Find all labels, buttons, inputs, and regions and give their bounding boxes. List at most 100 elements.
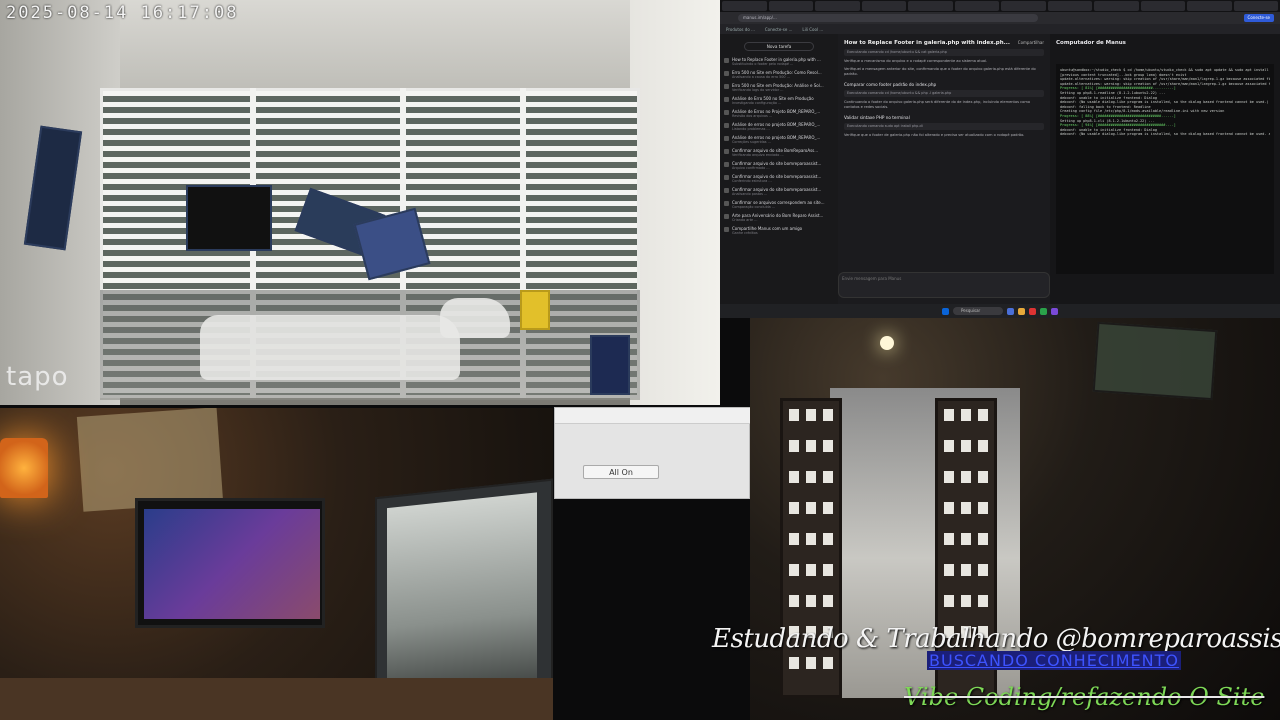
task-list-item[interactable]: Erro 500 no Site em Produção: Como Resol… [724, 70, 834, 79]
task-subtitle: Conferindo estrutura ... [732, 179, 772, 183]
connect-button[interactable]: Conecte-se [1243, 14, 1274, 22]
bookmark-item[interactable]: Lili Cool ... [802, 27, 823, 32]
task-subtitle: Verificando arquivo enviado ... [732, 153, 784, 157]
door-pane [806, 440, 816, 452]
task-list-item[interactable]: Confirmar arquivo do site BomReparoAss..… [724, 148, 834, 157]
door-pane [978, 533, 988, 545]
door-pane [961, 502, 971, 514]
share-button[interactable]: Compartilhar [1018, 40, 1044, 46]
window-titlebar[interactable] [555, 408, 751, 424]
browser-tab[interactable] [815, 1, 860, 11]
app-icon[interactable] [1040, 307, 1047, 315]
all-on-button[interactable]: All On [583, 465, 659, 479]
browser-tab[interactable] [1187, 1, 1232, 11]
task-list-item[interactable]: Análise de Erro 500 no Site em Produção I… [724, 96, 834, 105]
task-text: Análise de Erro 500 no Site em Produção I… [732, 96, 814, 105]
command-chip[interactable]: Executando comando cd /home/ubuntu && ca… [844, 49, 1044, 56]
terminal-line: ubuntu@sandbox:~/studio_check $ cd /home… [1060, 68, 1270, 72]
browser-tab[interactable] [768, 1, 813, 11]
stream-layout: 2025-08-14 16:17:08 tapo manus.im/app/..… [0, 0, 1280, 720]
door-pane [944, 564, 954, 576]
door-pane [789, 471, 799, 483]
task-icon [724, 175, 729, 180]
folder-icon[interactable] [1018, 307, 1025, 315]
task-list-item[interactable]: Arte para Aniversário do Bom Reparo Assi… [724, 213, 834, 222]
browser-tab[interactable] [861, 1, 906, 11]
app-icon[interactable] [1029, 307, 1036, 315]
task-list-item[interactable]: Compartilhe Manus com um amigo Ganhe créd… [724, 226, 834, 235]
browser-tab[interactable] [954, 1, 999, 11]
door-pane [806, 564, 816, 576]
bookmark-item[interactable]: Conecte-se ... [765, 27, 793, 32]
browser-tab[interactable] [908, 1, 953, 11]
start-icon[interactable] [942, 307, 949, 315]
taskbar-search[interactable]: Pesquisar [953, 307, 1003, 315]
task-icon [724, 136, 729, 141]
wall-right [630, 0, 720, 405]
door-pane [978, 409, 988, 421]
hanging-phone-board [590, 335, 630, 395]
door-pane [978, 502, 988, 514]
task-icon [724, 97, 729, 102]
task-text: Confirmar arquivo do site bomreparoassis… [732, 187, 821, 196]
door-pane [961, 409, 971, 421]
control-window: All On [554, 407, 751, 499]
chat-paragraph: Verifique que o footer de galeria.php nã… [844, 133, 1025, 137]
task-list-item[interactable]: Confirmar arquivo do site bomreparoassis… [724, 161, 834, 170]
browser-tab[interactable] [1233, 1, 1278, 11]
task-list-item[interactable]: Análise de erros no projeto BOM_REPARO_.… [724, 122, 834, 131]
door-pane [789, 502, 799, 514]
task-text: Arte para Aniversário do Bom Reparo Assi… [732, 213, 823, 222]
task-list: How to Replace Footer in galeria.php wit… [724, 57, 834, 235]
task-text: Confirmar arquivo do site BomReparoAss..… [732, 148, 818, 157]
app-icon[interactable] [1007, 307, 1014, 315]
desk-webcam-feed [0, 408, 553, 720]
door-pane [823, 409, 833, 421]
command-chip[interactable]: Executando comando cd /home/ubuntu && ph… [844, 90, 1044, 97]
task-subtitle: Correções sugeridas ... [732, 140, 771, 144]
task-subtitle: Listando problemas ... [732, 127, 770, 131]
task-icon [724, 188, 729, 193]
panel-title: Computador de Manus [1056, 40, 1126, 46]
door-pane [978, 595, 988, 607]
door-pane [961, 595, 971, 607]
browser-tab[interactable] [1047, 1, 1092, 11]
ceiling-light [880, 336, 894, 350]
browser-tab-strip[interactable] [720, 0, 1280, 12]
task-icon [724, 84, 729, 89]
browser-tab[interactable] [1001, 1, 1046, 11]
desk-lamp [0, 438, 48, 498]
app-icon[interactable] [1051, 307, 1058, 315]
door-pane [944, 471, 954, 483]
task-icon [724, 227, 729, 232]
chat-paragraph: Verifique o mecanismo do arquivo e o rod… [844, 59, 988, 63]
terminal-output[interactable]: ubuntu@sandbox:~/studio_check $ cd /home… [1056, 64, 1274, 274]
browser-tab[interactable] [722, 1, 767, 11]
task-text: Análise de erros no projeto BOM_REPARO_.… [732, 122, 820, 131]
browser-tab[interactable] [1094, 1, 1139, 11]
task-list-item[interactable]: Confirmar arquivo do site bomreparoassis… [724, 174, 834, 183]
new-task-button[interactable]: Nova tarefa [744, 42, 814, 51]
task-list-item[interactable]: How to Replace Footer in galeria.php wit… [724, 57, 834, 66]
browser-tab[interactable] [1140, 1, 1185, 11]
task-list-item[interactable]: Confirmar se arquivos correspondem ao si… [724, 200, 834, 209]
task-list-item[interactable]: Análise de erros no projeto BOM_REPARO_.… [724, 135, 834, 144]
message-input[interactable]: Envie mensagem para Manus [838, 272, 1050, 298]
door-pane [944, 595, 954, 607]
task-subtitle: Substituindo o footer pelo rodapé ... [732, 62, 794, 66]
door-pane [978, 440, 988, 452]
step-heading[interactable]: Validar sintaxe PHP no terminal [844, 115, 1044, 120]
address-bar[interactable]: manus.im/app/... [738, 14, 1038, 22]
task-list-item[interactable]: Confirmar arquivo do site bomreparoassis… [724, 187, 834, 196]
command-chip[interactable]: Executando comando sudo apt install php-… [844, 123, 1044, 130]
task-list-item[interactable]: Erro 500 no Site em Produção: Análise e … [724, 83, 834, 92]
step-heading[interactable]: Comparar como footer padrão do index.php [844, 82, 1044, 87]
monitor-screen [387, 492, 537, 709]
door-pane [944, 502, 954, 514]
door-pane [823, 595, 833, 607]
bookmark-item[interactable]: Produtos do ... [726, 27, 755, 32]
camera-brand-logo: tapo [6, 362, 69, 392]
door-pane [789, 440, 799, 452]
task-list-item[interactable]: Análise de Erros no Projeto BOM_REPARO_.… [724, 109, 834, 118]
task-subtitle: Comparação concluída ... [732, 205, 776, 209]
